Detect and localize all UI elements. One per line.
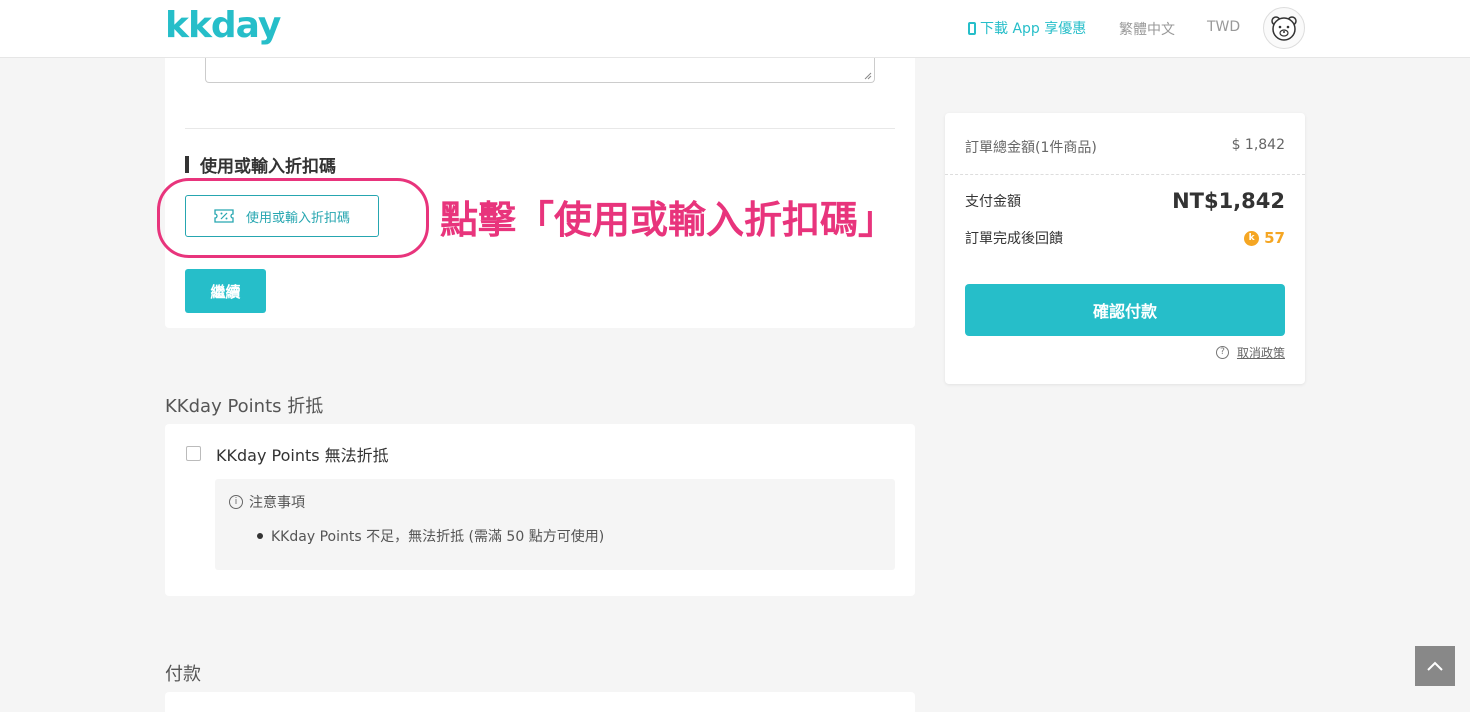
continue-button[interactable]: 繼續 [185,269,266,313]
cancel-policy: ? 取消政策 [1215,344,1285,361]
resize-handle-icon[interactable] [864,72,872,80]
notice-title: i 注意事項 [229,492,305,512]
pay-amount-value: NT$1,842 [1172,189,1285,213]
reward-value: k 57 [1244,229,1285,247]
highlight-ring [157,178,429,258]
confirm-payment-button[interactable]: 確認付款 [965,284,1285,336]
notice-title-text: 注意事項 [249,495,305,511]
download-app-link[interactable]: 下載 App 享優惠 [968,18,1086,38]
coupon-section-title: 使用或輸入折扣碼 [185,152,336,177]
download-app-label: 下載 App 享優惠 [980,21,1087,37]
notice-item-text: KKday Points 不足，無法折抵 (需滿 50 點方可使用) [271,529,605,545]
back-to-top-button[interactable] [1415,646,1455,686]
bear-avatar-icon [1271,16,1297,41]
phone-icon [968,21,976,35]
order-total-row: 訂單總金額(1件商品) $ 1,842 [965,137,1285,157]
remarks-textarea[interactable] [205,58,875,83]
section-divider [185,128,895,129]
notice-box: i 注意事項 KKday Points 不足，無法折抵 (需滿 50 點方可使用… [215,479,895,570]
chevron-up-icon [1427,661,1443,671]
order-total-value: $ 1,842 [1231,137,1285,153]
order-summary-card: 訂單總金額(1件商品) $ 1,842 支付金額 NT$1,842 訂單完成後回… [945,113,1305,384]
order-total-label: 訂單總金額(1件商品) [965,140,1097,156]
reward-row: 訂單完成後回饋 k 57 [965,228,1285,248]
top-header: kkday 下載 App 享優惠 繁體中文 TWD [0,0,1470,58]
title-accent-bar [185,156,189,173]
payment-card [165,692,915,712]
pay-amount-label: 支付金額 [965,194,1021,210]
kkday-logo[interactable]: kkday [165,6,281,46]
summary-divider [945,174,1305,175]
reward-points: 57 [1264,229,1285,247]
question-icon[interactable]: ? [1215,346,1229,359]
notice-list-item: KKday Points 不足，無法折抵 (需滿 50 點方可使用) [257,526,604,546]
points-heading: KKday Points 折抵 [165,396,324,417]
pay-amount-row: 支付金額 NT$1,842 [965,189,1285,213]
points-checkbox-label: KKday Points 無法折抵 [216,446,389,465]
payment-heading: 付款 [165,664,201,685]
bullet-icon [257,533,263,539]
reward-label: 訂單完成後回饋 [965,231,1063,247]
currency-selector[interactable]: TWD [1207,19,1240,35]
kkday-coin-icon: k [1244,230,1260,246]
cancel-policy-link[interactable]: 取消政策 [1237,344,1285,361]
coupon-section-title-text: 使用或輸入折扣碼 [200,157,336,177]
points-checkbox[interactable] [186,446,201,461]
instruction-annotation: 點擊「使用或輸入折扣碼」 [440,198,897,242]
points-card: KKday Points 無法折抵 i 注意事項 KKday Points 不足… [165,424,915,596]
language-selector[interactable]: 繁體中文 [1119,19,1175,39]
user-avatar[interactable] [1263,7,1305,49]
info-icon: i [229,495,243,509]
